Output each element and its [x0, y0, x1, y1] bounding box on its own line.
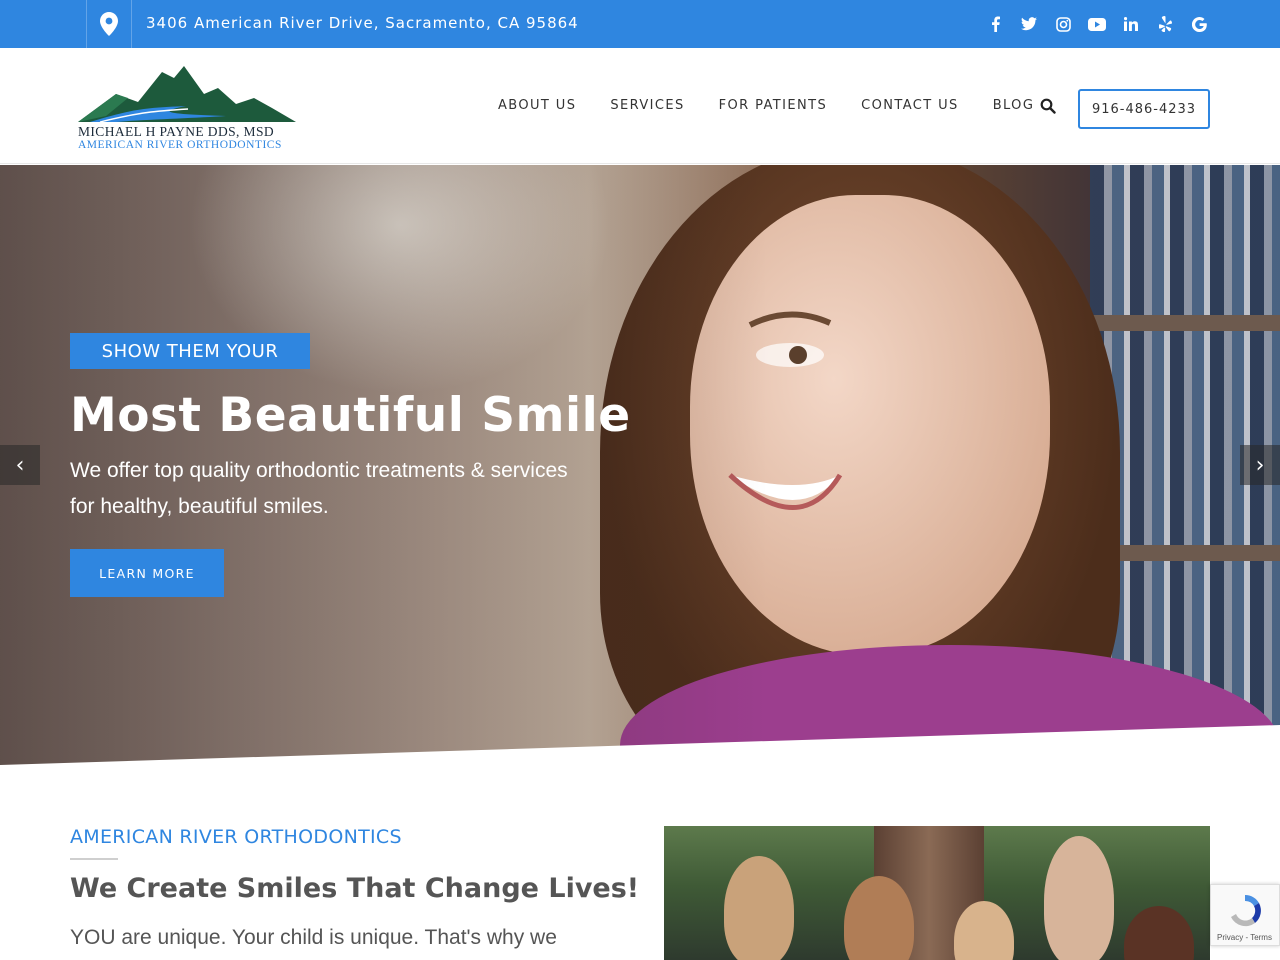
mountain-logo-icon [78, 66, 296, 123]
google-icon[interactable] [1190, 12, 1208, 36]
learn-more-button[interactable]: LEARN MORE [70, 549, 224, 597]
facebook-icon[interactable] [986, 12, 1004, 36]
eyebrow-divider [70, 858, 118, 860]
instagram-icon[interactable] [1054, 12, 1072, 36]
nav-blog[interactable]: BLOG [993, 98, 1035, 113]
team-member [724, 856, 794, 960]
social-links [986, 12, 1208, 36]
chevron-left-icon: ‹ [15, 452, 25, 478]
chevron-right-icon: › [1255, 452, 1265, 478]
nav-about-us[interactable]: ABOUT US [498, 98, 576, 113]
section-eyebrow: AMERICAN RIVER ORTHODONTICS [70, 826, 402, 848]
yelp-icon[interactable] [1156, 12, 1174, 36]
section-body-text: YOU are unique. Your child is unique. Th… [70, 926, 557, 949]
logo-doctor-name: MICHAEL H PAYNE DDS, MSD [78, 124, 275, 139]
recaptcha-links[interactable]: Privacy - Terms [1217, 933, 1272, 942]
nav-services[interactable]: SERVICES [610, 98, 684, 113]
slider-prev-button[interactable]: ‹ [0, 445, 40, 485]
recaptcha-badge[interactable]: Privacy - Terms [1210, 884, 1280, 946]
top-bar: 3406 American River Drive, Sacramento, C… [0, 0, 1280, 48]
section-title: We Create Smiles That Change Lives! [70, 873, 640, 904]
team-member [1044, 836, 1114, 960]
twitter-icon[interactable] [1020, 12, 1038, 36]
hero-description: We offer top quality orthodontic treatme… [70, 459, 568, 518]
main-nav: ABOUT US SERVICES FOR PATIENTS CONTACT U… [498, 98, 1068, 113]
recaptcha-icon [1231, 894, 1261, 927]
team-member [1124, 906, 1194, 960]
youtube-icon[interactable] [1088, 12, 1106, 36]
hero-tagline: SHOW THEM YOUR [70, 333, 310, 369]
nav-for-patients[interactable]: FOR PATIENTS [719, 98, 827, 113]
location-pin-icon [86, 0, 132, 48]
address-text: 3406 American River Drive, Sacramento, C… [146, 14, 579, 32]
hero-title: Most Beautiful Smile [70, 388, 631, 443]
hero-slider: SHOW THEM YOUR Most Beautiful Smile We o… [0, 165, 1280, 765]
phone-button[interactable]: 916-486-4233 [1078, 89, 1210, 129]
site-header: MICHAEL H PAYNE DDS, MSD AMERICAN RIVER … [0, 48, 1280, 164]
linkedin-icon[interactable] [1122, 12, 1140, 36]
logo-practice-name: AMERICAN RIVER ORTHODONTICS [78, 139, 282, 151]
practice-logo[interactable]: MICHAEL H PAYNE DDS, MSD AMERICAN RIVER … [76, 64, 300, 156]
slider-next-button[interactable]: › [1240, 445, 1280, 485]
team-photo [664, 826, 1210, 960]
nav-contact-us[interactable]: CONTACT US [861, 98, 959, 113]
search-icon[interactable] [1040, 98, 1058, 116]
